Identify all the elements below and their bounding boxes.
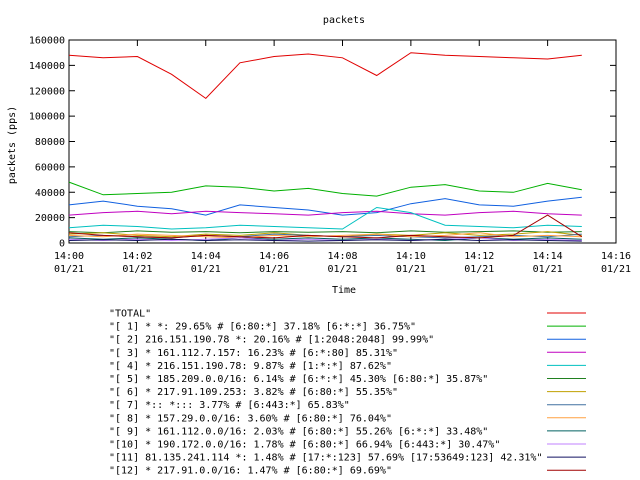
x-tick-date-label: 01/21 (601, 264, 631, 275)
legend-entry-label: "[ 5] * 185.209.0.0/16: 6.14% # [6:*:*] … (109, 374, 488, 385)
legend-entry-label: "[ 9] * 161.112.0.0/16: 2.03% # [6:80:*]… (109, 426, 488, 437)
legend-entry-label: "[ 6] * 217.91.109.253: 3.82% # [6:80:*]… (109, 387, 398, 398)
y-tick-label: 60000 (35, 162, 65, 173)
series-lines (68, 52, 583, 242)
x-tick-time-label: 14:00 (54, 251, 84, 262)
legend-entry-label: "[ 1] * *: 29.65% # [6:80:*] 37.18% [6:*… (109, 322, 416, 333)
x-tick-date-label: 01/21 (396, 264, 426, 275)
x-tick-date-label: 01/21 (464, 264, 494, 275)
legend-entry-label: "TOTAL" (109, 309, 151, 320)
series-line (68, 210, 582, 216)
x-tick-date-label: 01/21 (122, 264, 152, 275)
legend-entry-label: "[ 8] * 157.29.0.0/16: 3.60% # [6:80:*] … (109, 413, 392, 424)
series-line (68, 230, 582, 234)
legend-entry-label: "[10] * 190.172.0.0/16: 1.78% # [6:80:*]… (109, 440, 500, 451)
x-tick-time-label: 14:16 (601, 251, 631, 262)
x-tick-date-label: 01/21 (54, 264, 84, 275)
series-line (68, 52, 582, 100)
x-tick-time-label: 14:04 (191, 251, 221, 262)
y-tick-label: 100000 (29, 112, 65, 123)
x-tick-date-label: 01/21 (327, 264, 357, 275)
x-tick-time-label: 14:10 (396, 251, 426, 262)
y-tick-label: 140000 (29, 61, 65, 72)
legend-entry-label: "[ 4] * 216.151.190.78: 9.87% # [1:*:*] … (109, 361, 392, 372)
series-line (68, 206, 582, 230)
x-tick-date-label: 01/21 (533, 264, 563, 275)
x-tick-time-label: 14:02 (122, 251, 152, 262)
x-tick-time-label: 14:14 (533, 251, 563, 262)
legend: "TOTAL" "[ 1] * *: 29.65% # [6:80:*] 37.1… (109, 309, 586, 477)
x-tick-time-label: 14:08 (327, 251, 357, 262)
y-tick-label: 40000 (35, 188, 65, 199)
chart-title: packets (323, 15, 365, 26)
y-tick-label: 160000 (29, 36, 65, 47)
y-axis-ticks: 0 20000 40000 60000 80000 100000 120000 140000 1… (29, 36, 616, 250)
legend-entry-label: "[ 2] 216.151.190.78 *: 20.16% # [1:2048… (109, 335, 434, 346)
y-tick-label: 20000 (35, 213, 65, 224)
x-tick-time-label: 14:12 (464, 251, 494, 262)
x-tick-time-label: 14:06 (259, 251, 289, 262)
legend-entry-label: "[ 3] * 161.112.7.157: 16.23% # [6:*:80]… (109, 348, 398, 359)
y-tick-label: 80000 (35, 137, 65, 148)
legend-entry-label: "[12] * 217.91.0.0/16: 1.47% # [6:80:*] … (109, 466, 392, 477)
y-tick-label: 0 (59, 239, 65, 250)
x-axis-label: Time (332, 285, 356, 296)
legend-entry-label: "[ 7] *:: *::: 3.77% # [6:443:*] 65.83%" (109, 400, 350, 411)
legend-entry-label: "[11] 81.135.241.114 *: 1.48% # [17:*:12… (109, 453, 542, 464)
packets-chart: packets packets (pps) Time 0 20000 40000 60… (7, 15, 631, 477)
y-axis-label: packets (pps) (7, 106, 18, 184)
x-tick-date-label: 01/21 (259, 264, 289, 275)
y-tick-label: 120000 (29, 86, 65, 97)
x-tick-date-label: 01/21 (191, 264, 221, 275)
series-line (68, 181, 582, 197)
series-line (68, 196, 582, 216)
